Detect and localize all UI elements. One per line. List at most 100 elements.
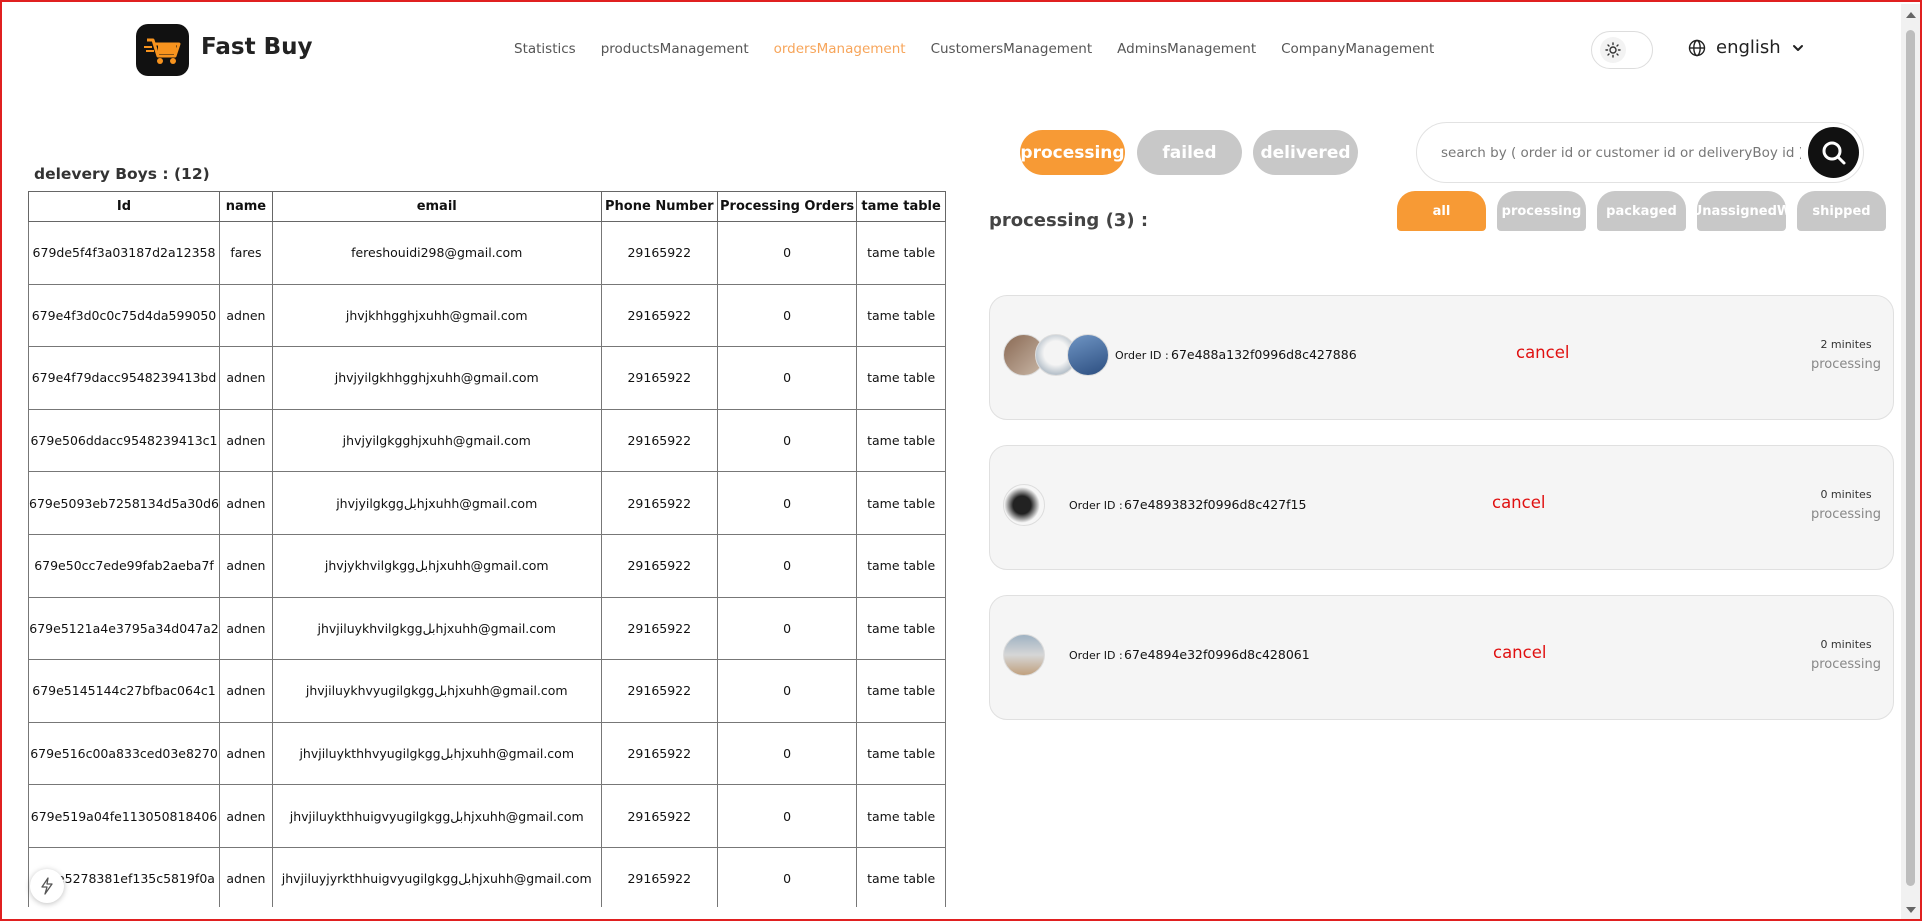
sub-tab-packaged[interactable]: packaged — [1597, 191, 1686, 231]
page-scrollbar[interactable] — [1901, 4, 1920, 919]
cell-time-table-link[interactable]: tame table — [856, 408, 946, 473]
cell-name: adnen — [219, 596, 273, 661]
cell-time-table-link[interactable]: tame table — [856, 221, 946, 285]
nav-orders-management[interactable]: ordersManagement — [774, 41, 906, 57]
brand-logo[interactable] — [136, 24, 189, 76]
table-row[interactable]: 679e519a04fe113050818406 adnen jhvjiluyk… — [28, 784, 946, 848]
cell-email: jhvjiluykhvilgkggبلhjxuhh@gmail.com — [271, 596, 602, 661]
column-header-time-table: tame table — [856, 191, 946, 222]
language-label: english — [1716, 37, 1781, 58]
status-tab-processing[interactable]: processing — [1020, 130, 1125, 175]
table-row[interactable]: 679e5093eb7258134d5a30d6 adnen jhvjyilgk… — [28, 471, 946, 535]
scroll-down-icon[interactable] — [1906, 907, 1916, 913]
cell-email: jhvjkhhgghjxuhh@gmail.com — [271, 283, 602, 348]
table-row[interactable]: 679e50cc7ede99fab2aeba7f adnen jhvjykhvi… — [28, 533, 946, 598]
cell-time-table-link[interactable]: tame table — [856, 659, 946, 723]
table-row[interactable]: 679e5278381ef135c5819f0a adnen jhvjiluyj… — [28, 846, 946, 907]
table-header-row: Id name email Phone Number Processing Or… — [28, 191, 946, 222]
order-status: processing — [1810, 507, 1882, 522]
cancel-order-button[interactable]: cancel — [1492, 493, 1545, 512]
cell-time-table-link[interactable]: tame table — [856, 346, 946, 410]
table-row[interactable]: 679e5121a4e3795a34d047a2 adnen jhvjiluyk… — [28, 596, 946, 661]
table-row[interactable]: 679e5145144c27bfbac064c1 adnen jhvjiluyk… — [28, 659, 946, 723]
cell-phone: 29165922 — [600, 221, 718, 285]
sub-tab-all[interactable]: all — [1397, 191, 1486, 231]
sub-tab-processing[interactable]: processing — [1497, 191, 1586, 231]
cell-id: 679e4f3d0c0c75d4da599050 — [28, 283, 220, 348]
order-thumbnails — [1003, 634, 1045, 676]
order-card[interactable]: Order ID : 67e4893832f0996d8c427f15 canc… — [989, 445, 1894, 570]
nav-products-management[interactable]: productsManagement — [601, 41, 749, 57]
cell-time-table-link[interactable]: tame table — [856, 721, 946, 786]
order-id-value: 67e4894e32f0996d8c428061 — [1124, 647, 1310, 662]
scroll-up-icon[interactable] — [1906, 12, 1916, 18]
cell-id: 679e516c00a833ced03e8270 — [28, 721, 220, 786]
cell-processing-orders: 0 — [716, 659, 858, 723]
cell-time-table-link[interactable]: tame table — [856, 533, 946, 598]
status-tab-failed[interactable]: failed — [1137, 130, 1242, 175]
cell-id: 679e50cc7ede99fab2aeba7f — [28, 533, 220, 598]
cell-processing-orders: 0 — [716, 346, 858, 410]
lightning-icon[interactable] — [30, 869, 64, 903]
cell-name: adnen — [219, 408, 273, 473]
cell-id: 679e506ddacc9548239413c1 — [28, 408, 220, 473]
cell-processing-orders: 0 — [716, 408, 858, 473]
table-row[interactable]: 679e4f3d0c0c75d4da599050 adnen jhvjkhhgg… — [28, 283, 946, 348]
cell-time-table-link[interactable]: tame table — [856, 283, 946, 348]
language-selector[interactable]: english — [1688, 37, 1805, 58]
app-window: Fast Buy Statistics productsManagement o… — [0, 0, 1922, 921]
order-id-value: 67e488a132f0996d8c427886 — [1171, 347, 1357, 362]
chevron-down-icon — [1792, 44, 1803, 51]
order-id-label: Order ID : — [1069, 649, 1123, 662]
cell-email: jhvjyilgkgghjxuhh@gmail.com — [271, 408, 602, 473]
cell-time-table-link[interactable]: tame table — [856, 784, 946, 848]
order-status: processing — [1810, 357, 1882, 372]
order-id-value: 67e4893832f0996d8c427f15 — [1124, 497, 1307, 512]
sub-tab-shipped[interactable]: shipped — [1797, 191, 1886, 231]
cell-phone: 29165922 — [600, 846, 718, 907]
order-id-label: Order ID : — [1069, 499, 1123, 512]
cell-time-table-link[interactable]: tame table — [856, 846, 946, 907]
cell-email: jhvjykhvilgkggبلhjxuhh@gmail.com — [271, 533, 602, 598]
nav-customers-management[interactable]: CustomersManagement — [931, 41, 1093, 57]
cell-email: fereshouidi298@gmail.com — [271, 221, 602, 285]
order-elapsed-time: 0 minites — [1820, 488, 1872, 501]
cancel-order-button[interactable]: cancel — [1493, 643, 1546, 662]
cell-processing-orders: 0 — [716, 283, 858, 348]
cell-name: adnen — [219, 846, 273, 907]
cancel-order-button[interactable]: cancel — [1516, 343, 1569, 362]
column-header-processing-orders: Processing Orders — [716, 191, 858, 222]
table-row[interactable]: 679de5f4f3a03187d2a12358 fares fereshoui… — [28, 221, 946, 285]
table-row[interactable]: 679e4f79dacc9548239413bd adnen jhvjyilgk… — [28, 346, 946, 410]
order-card[interactable]: Order ID : 67e4894e32f0996d8c428061 canc… — [989, 595, 1894, 720]
order-id-label: Order ID : — [1115, 349, 1169, 362]
table-row[interactable]: 679e506ddacc9548239413c1 adnen jhvjyilgk… — [28, 408, 946, 473]
cell-time-table-link[interactable]: tame table — [856, 596, 946, 661]
cell-time-table-link[interactable]: tame table — [856, 471, 946, 535]
cell-email: jhvjiluyjyrkthhuigvyugilgkggبلhjxuhh@gma… — [271, 846, 602, 907]
order-search-bar — [1416, 122, 1864, 183]
search-input[interactable] — [1441, 144, 1801, 161]
cell-name: adnen — [219, 659, 273, 723]
column-header-id: Id — [28, 191, 220, 222]
nav-company-management[interactable]: CompanyManagement — [1281, 41, 1434, 57]
nav-admins-management[interactable]: AdminsManagement — [1117, 41, 1256, 57]
main-nav: Statistics productsManagement ordersMana… — [514, 41, 1434, 57]
cell-id: 679de5f4f3a03187d2a12358 — [28, 221, 220, 285]
table-row[interactable]: 679e516c00a833ced03e8270 adnen jhvjiluyk… — [28, 721, 946, 786]
search-button[interactable] — [1808, 127, 1859, 178]
cell-processing-orders: 0 — [716, 221, 858, 285]
cell-email: jhvjiluykthhvyugilgkggبلhjxuhh@gmail.com — [271, 721, 602, 786]
jacket-thumb — [1067, 334, 1109, 376]
nav-statistics[interactable]: Statistics — [514, 41, 576, 57]
scroll-thumb[interactable] — [1906, 30, 1915, 886]
cell-processing-orders: 0 — [716, 471, 858, 535]
order-card[interactable]: Order ID : 67e488a132f0996d8c427886 canc… — [989, 295, 1894, 420]
order-status: processing — [1810, 657, 1882, 672]
cell-processing-orders: 0 — [716, 533, 858, 598]
theme-toggle[interactable] — [1591, 31, 1653, 69]
sub-tab-unassigned[interactable]: UnassignedW — [1692, 191, 1791, 231]
cell-name: adnen — [219, 721, 273, 786]
cell-name: adnen — [219, 533, 273, 598]
status-tab-delivered[interactable]: delivered — [1253, 130, 1358, 175]
